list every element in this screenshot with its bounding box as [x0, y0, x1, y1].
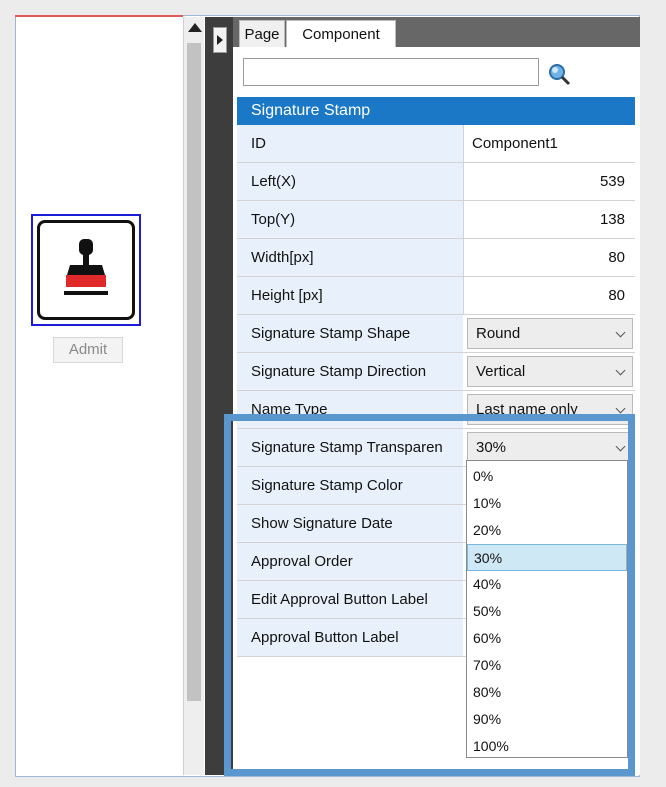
name-type-select-value: Last name only	[476, 401, 578, 418]
dropdown-option[interactable]: 10%	[467, 490, 627, 517]
transparency-dropdown-list[interactable]: 0% 10% 20% 30% 40% 50% 60% 70% 80% 90% 1…	[466, 460, 628, 758]
prop-label: Width[px]	[237, 239, 463, 276]
prop-label: Edit Approval Button Label	[237, 581, 463, 618]
search-input[interactable]	[243, 58, 539, 86]
prop-label: Name Type	[237, 391, 463, 428]
prop-label: Show Signature Date	[237, 505, 463, 542]
prop-value-left[interactable]: 539	[463, 163, 635, 200]
stamp-icon	[64, 239, 108, 295]
direction-select[interactable]: Vertical	[467, 356, 633, 387]
dropdown-option[interactable]: 80%	[467, 679, 627, 706]
prop-value-id[interactable]: Component1	[463, 125, 635, 162]
tab-bar: Page Component	[233, 17, 640, 47]
panel-splitter[interactable]	[205, 17, 233, 775]
dropdown-option[interactable]: 50%	[467, 598, 627, 625]
scroll-up-icon[interactable]	[188, 23, 202, 32]
prop-value-height[interactable]: 80	[463, 277, 635, 314]
prop-row-height: Height [px] 80	[237, 277, 635, 315]
tab-page[interactable]: Page	[239, 20, 285, 47]
prop-label: Top(Y)	[237, 201, 463, 238]
chevron-down-icon	[615, 403, 626, 414]
prop-label: ID	[237, 125, 463, 162]
prop-row-left: Left(X) 539	[237, 163, 635, 201]
prop-label: Approval Button Label	[237, 619, 463, 656]
chevron-down-icon	[615, 327, 626, 338]
chevron-down-icon	[615, 365, 626, 376]
section-header-signature-stamp: Signature Stamp	[237, 97, 635, 125]
prop-value-width[interactable]: 80	[463, 239, 635, 276]
shape-select[interactable]: Round	[467, 318, 633, 349]
name-type-select[interactable]: Last name only	[467, 394, 633, 425]
dropdown-option[interactable]: 0%	[467, 463, 627, 490]
dropdown-option-selected[interactable]: 30%	[467, 544, 627, 571]
prop-label: Signature Stamp Shape	[237, 315, 463, 352]
dropdown-option[interactable]: 100%	[467, 733, 627, 760]
transparency-select-value: 30%	[476, 439, 507, 456]
prop-label: Height [px]	[237, 277, 463, 314]
prop-row-shape: Signature Stamp Shape Round	[237, 315, 635, 353]
prop-label: Signature Stamp Color	[237, 467, 463, 504]
dropdown-option[interactable]: 60%	[467, 625, 627, 652]
search-icon[interactable]	[547, 62, 571, 86]
admit-button[interactable]: Admit	[53, 337, 123, 363]
stamp-frame	[37, 220, 135, 320]
scrollbar-thumb[interactable]	[187, 43, 201, 701]
dropdown-option[interactable]: 70%	[467, 652, 627, 679]
expand-panel-icon[interactable]	[213, 27, 227, 53]
chevron-down-icon	[615, 441, 626, 452]
prop-label: Approval Order	[237, 543, 463, 580]
canvas-top-border	[15, 15, 183, 17]
dropdown-option[interactable]: 40%	[467, 571, 627, 598]
prop-label: Left(X)	[237, 163, 463, 200]
prop-label: Signature Stamp Direction	[237, 353, 463, 390]
prop-label: Signature Stamp Transparen	[237, 429, 463, 466]
prop-value-top[interactable]: 138	[463, 201, 635, 238]
vertical-scrollbar[interactable]	[184, 17, 204, 775]
transparency-select[interactable]: 30%	[467, 432, 633, 463]
prop-row-top: Top(Y) 138	[237, 201, 635, 239]
prop-row-id: ID Component1	[237, 125, 635, 163]
design-canvas[interactable]	[17, 17, 184, 775]
prop-row-width: Width[px] 80	[237, 239, 635, 277]
dropdown-option[interactable]: 20%	[467, 517, 627, 544]
prop-row-direction: Signature Stamp Direction Vertical	[237, 353, 635, 391]
shape-select-value: Round	[476, 325, 521, 342]
direction-select-value: Vertical	[476, 363, 526, 380]
dropdown-option[interactable]: 90%	[467, 706, 627, 733]
tab-component[interactable]: Component	[286, 20, 396, 47]
prop-row-name-type: Name Type Last name only	[237, 391, 635, 429]
signature-stamp-component[interactable]	[31, 214, 141, 326]
